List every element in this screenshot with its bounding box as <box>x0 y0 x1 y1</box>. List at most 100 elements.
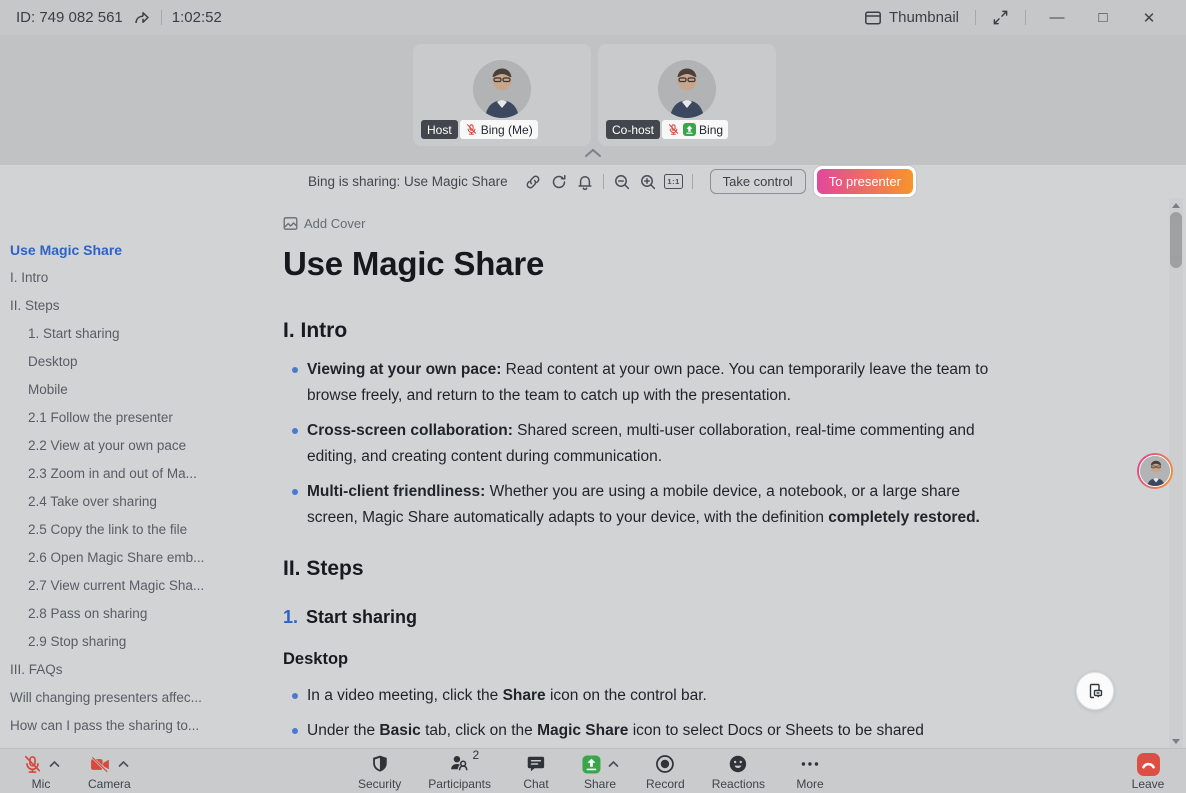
outline-item[interactable]: 2.4 Take over sharing <box>10 488 272 516</box>
bullet-item[interactable]: Multi-client friendliness: Whether you a… <box>283 479 1005 531</box>
security-button[interactable]: Security <box>358 752 401 791</box>
copy-link-icon[interactable] <box>520 169 546 195</box>
participants-icon <box>449 753 470 773</box>
minimize-button[interactable]: — <box>1042 9 1072 26</box>
scroll-down-arrow-icon[interactable] <box>1169 734 1183 748</box>
divider <box>1025 10 1026 25</box>
maximize-button[interactable]: □ <box>1088 9 1118 26</box>
camera-options-chevron-icon[interactable] <box>118 760 129 768</box>
outline-item[interactable]: III. FAQs <box>10 656 272 684</box>
role-badge: Co-host <box>606 120 660 139</box>
video-strip: Host Bing (Me) Co-host Bing <box>0 35 1186 165</box>
comment-panel-button[interactable] <box>1076 672 1114 710</box>
outline-item[interactable]: 2.7 View current Magic Sha... <box>10 572 272 600</box>
page-comment-icon <box>1086 682 1105 701</box>
chat-bubble-icon <box>526 754 546 774</box>
bullet-item[interactable]: Viewing at your own pace: Read content a… <box>283 357 1005 409</box>
mic-options-chevron-icon[interactable] <box>49 760 60 768</box>
outline-item[interactable]: 2.6 Open Magic Share emb... <box>10 544 272 572</box>
title-bar: ID: 749 082 561 1:02:52 Thumbnail <box>0 0 1186 35</box>
zoom-in-icon[interactable] <box>635 169 661 195</box>
document-title[interactable]: Use Magic Share <box>283 245 1005 283</box>
refresh-icon[interactable] <box>546 169 572 195</box>
leave-button[interactable]: Leave <box>1130 752 1166 791</box>
fullscreen-icon[interactable] <box>992 9 1009 26</box>
outline-item[interactable]: 2.8 Pass on sharing <box>10 600 272 628</box>
outline-item[interactable]: 1. Start sharing <box>10 320 272 348</box>
outline-item[interactable]: Desktop <box>10 348 272 376</box>
collapse-videos-chevron-icon[interactable] <box>582 146 604 164</box>
sharing-status: Bing is sharing: Use Magic Share <box>308 174 508 189</box>
sharing-icon <box>683 123 696 136</box>
hang-up-icon <box>1136 752 1161 777</box>
shield-icon <box>370 754 390 774</box>
outline-item[interactable]: 2.1 Follow the presenter <box>10 404 272 432</box>
outline-item[interactable]: Will changing presenters affec... <box>10 684 272 712</box>
record-icon <box>655 754 675 774</box>
outline-item[interactable]: 2.3 Zoom in and out of Ma... <box>10 460 272 488</box>
outline-item[interactable]: Mobile <box>10 376 272 404</box>
role-badge: Host <box>421 120 458 139</box>
heading-steps[interactable]: II. Steps <box>283 557 1005 581</box>
thumbnail-view-button[interactable]: Thumbnail <box>864 9 959 27</box>
record-button[interactable]: Record <box>646 752 685 791</box>
outline-item[interactable]: How can I pass the sharing to... <box>10 712 272 740</box>
add-cover-button[interactable]: Add Cover <box>283 216 1005 231</box>
desktop-bullet-list: In a video meeting, click the Share icon… <box>283 683 1005 744</box>
name-badge: Bing <box>662 120 728 139</box>
participants-count-badge: 2 <box>472 748 479 762</box>
more-button[interactable]: More <box>792 752 828 791</box>
actual-size-icon[interactable]: 1:1 <box>661 169 687 195</box>
to-presenter-highlight: To presenter <box>814 166 916 197</box>
chat-button[interactable]: Chat <box>518 752 554 791</box>
bullet-item-clipped[interactable]: Under the Basic tab, click on the Magic … <box>283 718 1005 744</box>
divider <box>692 174 693 189</box>
mic-control[interactable]: Mic <box>22 752 60 791</box>
avatar <box>473 60 531 118</box>
to-presenter-button[interactable]: To presenter <box>817 169 913 194</box>
shared-document: Add Cover Use Magic Share I. Intro Viewi… <box>283 198 1005 748</box>
participants-button[interactable]: 2 Participants <box>428 752 491 791</box>
notification-bell-icon[interactable] <box>572 169 598 195</box>
avatar <box>658 60 716 118</box>
meeting-timer: 1:02:52 <box>172 9 222 26</box>
outline-item-title[interactable]: Use Magic Share <box>10 236 272 264</box>
mic-muted-icon <box>465 123 478 136</box>
outline-item[interactable]: II. Steps <box>10 292 272 320</box>
intro-bullet-list: Viewing at your own pace: Read content a… <box>283 357 1005 531</box>
reactions-button[interactable]: Reactions <box>712 752 765 791</box>
outline-item[interactable]: I. Intro <box>10 264 272 292</box>
scrollbar-thumb[interactable] <box>1170 212 1182 268</box>
divider <box>975 10 976 25</box>
share-meeting-id-icon[interactable] <box>133 9 151 27</box>
video-tile-cohost[interactable]: Co-host Bing <box>598 44 776 146</box>
meeting-control-bar: Mic Camera <box>0 748 1186 793</box>
camera-control[interactable]: Camera <box>88 752 131 791</box>
presenter-avatar-badge[interactable] <box>1137 453 1173 489</box>
zoom-out-icon[interactable] <box>609 169 635 195</box>
bullet-item[interactable]: Cross-screen collaboration: Shared scree… <box>283 418 1005 470</box>
thumbnail-icon <box>864 9 882 27</box>
name-badge: Bing (Me) <box>460 120 538 139</box>
heading-start-sharing[interactable]: 1.Start sharing <box>283 607 1005 628</box>
close-button[interactable]: ✕ <box>1134 9 1164 27</box>
mic-muted-icon <box>667 123 680 136</box>
divider <box>161 10 162 25</box>
bullet-item[interactable]: In a video meeting, click the Share icon… <box>283 683 1005 709</box>
share-toolbar: Bing is sharing: Use Magic Share <box>0 165 1186 198</box>
meeting-window: ID: 749 082 561 1:02:52 Thumbnail <box>0 0 1186 793</box>
heading-intro[interactable]: I. Intro <box>283 319 1005 343</box>
share-button[interactable]: Share <box>581 752 619 791</box>
outline-item[interactable]: 2.9 Stop sharing <box>10 628 272 656</box>
outline-item[interactable]: 2.5 Copy the link to the file <box>10 516 272 544</box>
mic-muted-icon <box>22 754 43 775</box>
outline-item[interactable]: 2.2 View at your own pace <box>10 432 272 460</box>
heading-desktop[interactable]: Desktop <box>283 650 1005 669</box>
take-control-button[interactable]: Take control <box>710 169 806 194</box>
meeting-id: ID: 749 082 561 <box>16 9 123 26</box>
video-tile-host[interactable]: Host Bing (Me) <box>413 44 591 146</box>
image-icon <box>283 216 298 231</box>
scroll-up-arrow-icon[interactable] <box>1169 198 1183 212</box>
share-options-chevron-icon[interactable] <box>608 760 619 768</box>
more-dots-icon <box>799 754 821 774</box>
